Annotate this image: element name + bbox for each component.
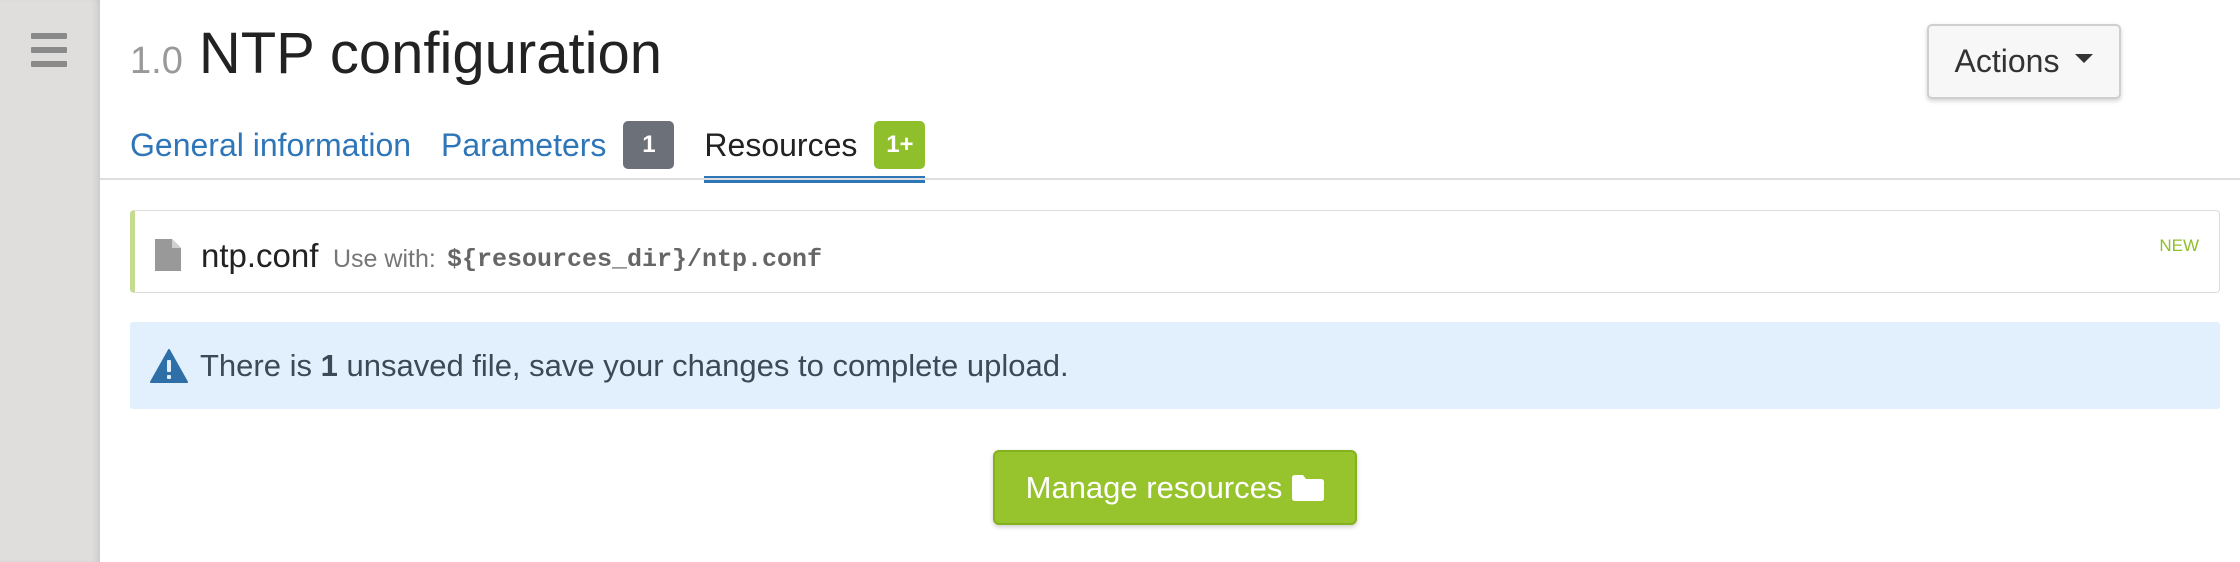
status-badge: NEW <box>2159 236 2199 255</box>
manage-resources-button[interactable]: Manage resources <box>993 450 1357 525</box>
version-label: 1.0 <box>130 40 183 82</box>
tab-resources[interactable]: Resources 1+ <box>704 117 926 183</box>
alert-message: There is 1 unsaved file, save your chang… <box>200 347 1069 383</box>
tab-bar: General information Parameters 1 Resourc… <box>130 117 955 183</box>
tab-label: Parameters <box>441 126 607 163</box>
manage-resources-label: Manage resources <box>1025 469 1283 505</box>
page-header: 1.0 NTP configuration <box>130 20 662 87</box>
actions-label: Actions <box>1954 43 2060 79</box>
hamburger-icon[interactable] <box>31 33 67 67</box>
tab-general-information[interactable]: General information <box>130 117 411 183</box>
page-title: NTP configuration <box>198 21 663 86</box>
unsaved-count: 1 <box>320 347 338 383</box>
main-content: 1.0 NTP configuration General informatio… <box>100 0 2240 562</box>
tabs-divider <box>100 178 2240 180</box>
tab-label: Resources <box>704 126 858 163</box>
tab-label: General information <box>130 126 412 163</box>
caret-down-icon <box>2075 54 2094 63</box>
warning-icon <box>150 348 188 383</box>
sidebar <box>0 0 100 562</box>
resource-file-item[interactable]: ntp.conf Use with: ${resources_dir}/ntp.… <box>130 210 2220 293</box>
tab-parameters[interactable]: Parameters 1 <box>441 117 675 183</box>
file-icon <box>155 239 181 271</box>
unsaved-alert: There is 1 unsaved file, save your chang… <box>130 322 2220 409</box>
actions-dropdown-button[interactable]: Actions <box>1927 24 2121 99</box>
parameters-count-badge: 1 <box>623 121 675 169</box>
file-name: ntp.conf <box>201 237 319 274</box>
resources-count-badge: 1+ <box>874 121 926 169</box>
resource-path: ${resources_dir}/ntp.conf <box>447 245 823 274</box>
use-with-label: Use with: <box>333 245 436 273</box>
folder-icon <box>1292 474 1325 501</box>
